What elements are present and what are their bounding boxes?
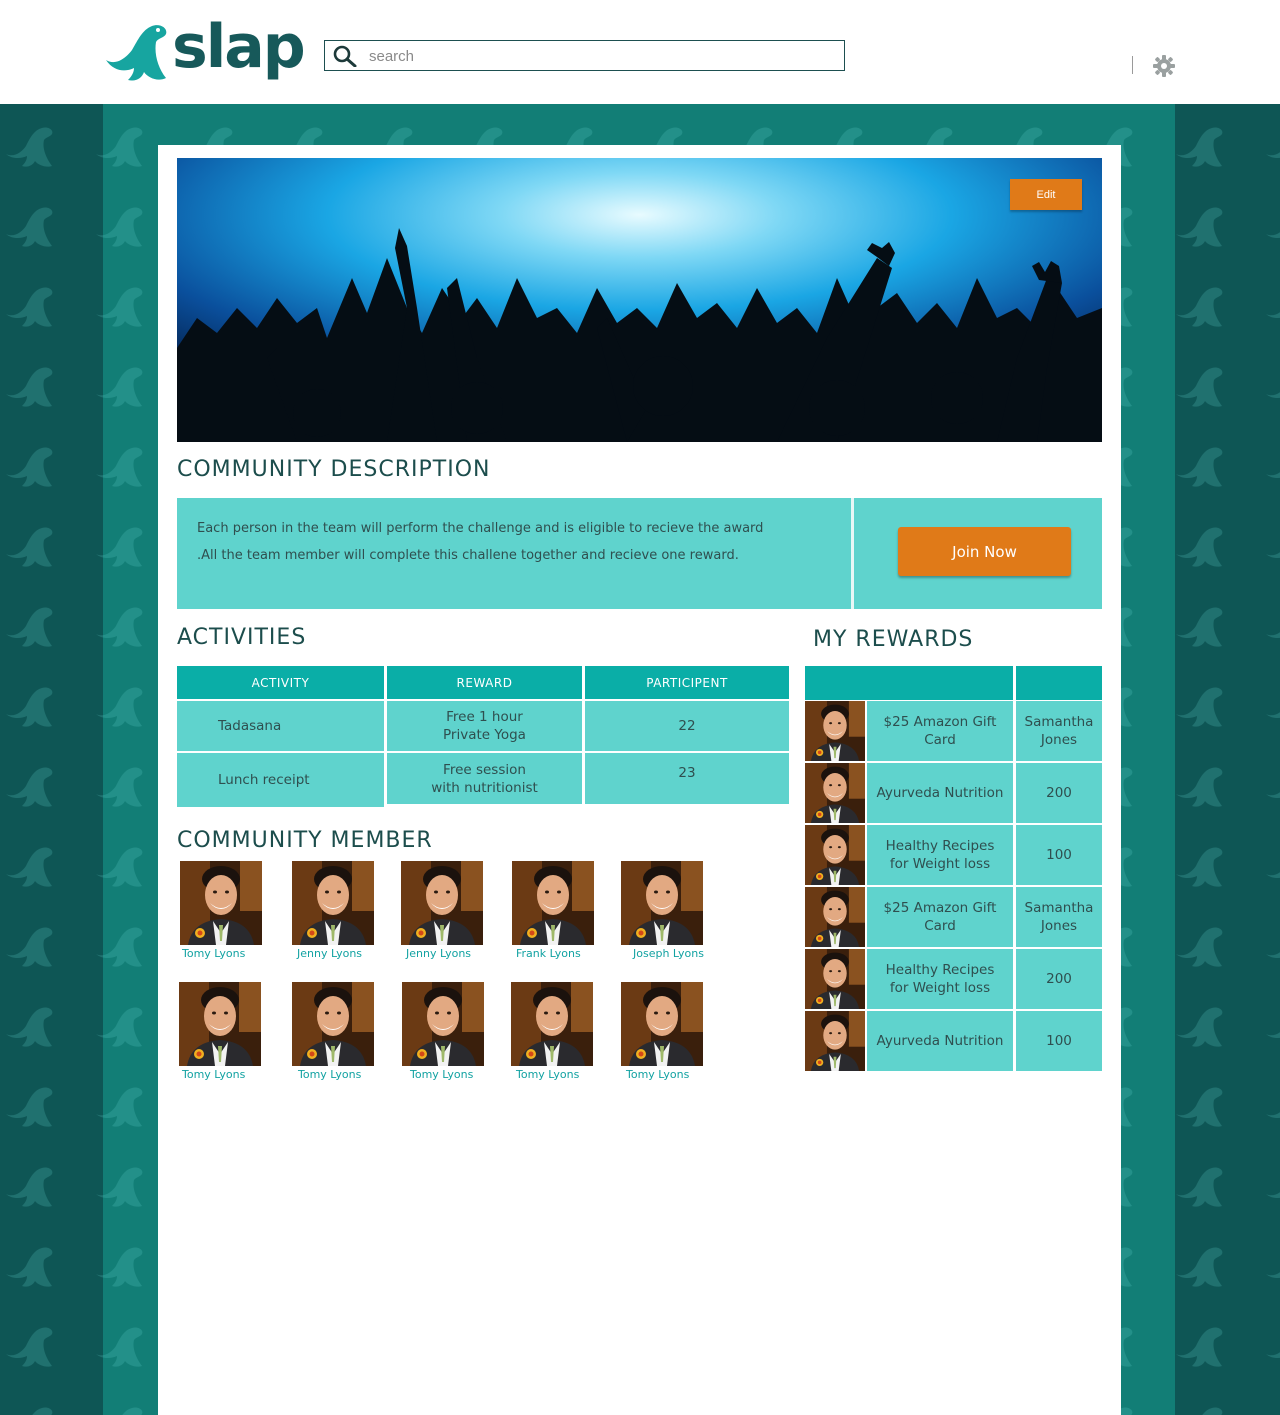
member-avatar[interactable] <box>512 861 594 945</box>
activity-reward-cell: Free 1 hour Private Yoga <box>387 701 582 751</box>
gear-icon[interactable] <box>1153 55 1175 77</box>
member-avatar[interactable] <box>402 982 484 1066</box>
search-input[interactable] <box>369 46 829 66</box>
reward-name-cell: Healthy Recipes for Weight loss <box>867 825 1013 885</box>
member-name-link[interactable]: Frank Lyons <box>516 947 581 960</box>
column-header-participent: PARTICIPENT <box>585 666 789 699</box>
column-header-reward: REWARD <box>387 666 582 699</box>
member-avatar[interactable] <box>292 982 374 1066</box>
column-header-activity: ACTIVITY <box>177 666 384 699</box>
reward-value-cell: 200 <box>1016 763 1102 823</box>
reward-avatar <box>805 701 865 761</box>
reward-avatar <box>805 887 865 947</box>
community-card: Edit COMMUNITY DESCRIPTION Each person i… <box>158 145 1121 1415</box>
rewards-header-right <box>1016 666 1102 700</box>
reward-value-cell: Samantha Jones <box>1016 887 1102 947</box>
member-avatar[interactable] <box>511 982 593 1066</box>
concert-crowd-banner-image <box>177 158 1102 442</box>
my-rewards-heading: MY REWARDS <box>813 627 974 652</box>
reward-value-cell: Samantha Jones <box>1016 701 1102 761</box>
reward-value-cell: 100 <box>1016 825 1102 885</box>
member-name-link[interactable]: Jenny Lyons <box>406 947 471 960</box>
member-avatar[interactable] <box>621 861 703 945</box>
community-description-text: Each person in the team will perform the… <box>197 521 764 563</box>
reward-name-cell: Healthy Recipes for Weight loss <box>867 949 1013 1009</box>
member-avatar[interactable] <box>179 982 261 1066</box>
member-name-link[interactable]: Tomy Lyons <box>410 1068 473 1081</box>
member-name-link[interactable]: Tomy Lyons <box>516 1068 579 1081</box>
activity-participent-cell: 23 <box>585 753 789 804</box>
member-avatar[interactable] <box>180 861 262 945</box>
member-name-link[interactable]: Tomy Lyons <box>182 947 245 960</box>
rewards-header-left <box>805 666 1013 700</box>
member-name-link[interactable]: Tomy Lyons <box>298 1068 361 1081</box>
member-avatar[interactable] <box>292 861 374 945</box>
member-name-link[interactable]: Jenny Lyons <box>297 947 362 960</box>
join-now-button[interactable]: Join Now <box>898 527 1071 576</box>
reward-name-cell: $25 Amazon Gift Card <box>867 701 1013 761</box>
search-bar <box>324 40 845 71</box>
member-name-link[interactable]: Joseph Lyons <box>633 947 704 960</box>
reward-avatar <box>805 1011 865 1071</box>
reward-name-cell: Ayurveda Nutrition <box>867 763 1013 823</box>
activities-heading: ACTIVITIES <box>177 625 307 650</box>
header-divider <box>1132 56 1133 74</box>
reward-avatar <box>805 825 865 885</box>
reward-value-cell: 100 <box>1016 1011 1102 1071</box>
activity-participent-cell: 22 <box>585 701 789 751</box>
description-divider <box>851 498 854 609</box>
search-icon[interactable] <box>333 45 357 67</box>
activity-name-cell: Lunch receipt <box>177 753 384 807</box>
activity-reward-cell: Free session with nutritionist <box>387 753 582 804</box>
slap-logo[interactable]: slap <box>102 12 306 88</box>
member-name-link[interactable]: Tomy Lyons <box>626 1068 689 1081</box>
member-avatar[interactable] <box>401 861 483 945</box>
community-member-heading: COMMUNITY MEMBER <box>177 828 433 853</box>
reward-avatar <box>805 949 865 1009</box>
top-header: slap <box>0 0 1280 104</box>
member-name-link[interactable]: Tomy Lyons <box>182 1068 245 1081</box>
seal-logo-icon <box>106 25 167 81</box>
community-banner: Edit <box>177 158 1102 442</box>
edit-banner-button[interactable]: Edit <box>1010 179 1082 210</box>
member-avatar[interactable] <box>621 982 703 1066</box>
reward-name-cell: Ayurveda Nutrition <box>867 1011 1013 1071</box>
reward-avatar <box>805 763 865 823</box>
reward-name-cell: $25 Amazon Gift Card <box>867 887 1013 947</box>
community-description-heading: COMMUNITY DESCRIPTION <box>177 457 491 482</box>
community-description-box: Each person in the team will perform the… <box>177 498 1102 609</box>
reward-value-cell: 200 <box>1016 949 1102 1009</box>
logo-wordmark: slap <box>172 12 306 82</box>
activity-name-cell: Tadasana <box>177 701 384 751</box>
